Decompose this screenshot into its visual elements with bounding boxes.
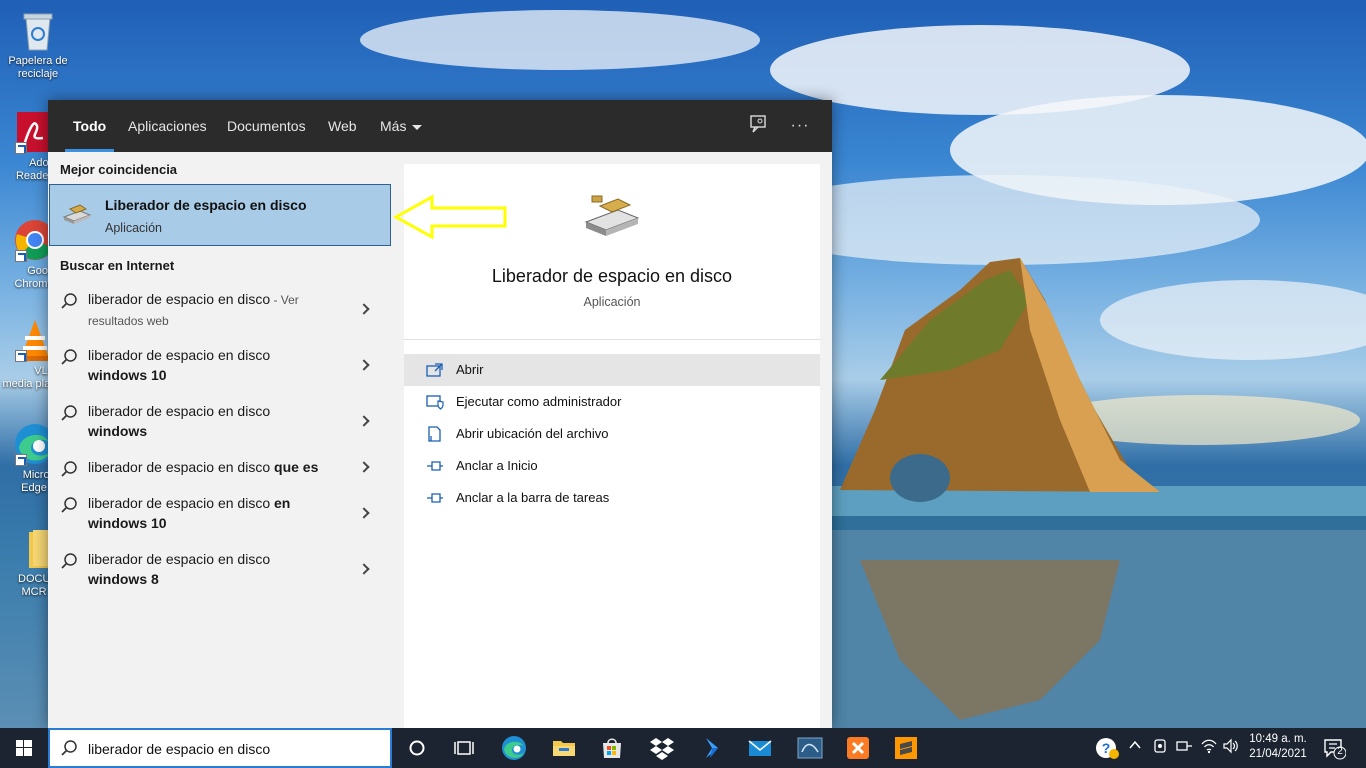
chevron-right-icon: [358, 563, 370, 575]
web-result-bold-text: windows 8: [88, 571, 159, 587]
web-result-text: liberador de espacio en disco: [88, 551, 271, 567]
cortana-icon[interactable]: [403, 734, 431, 762]
chevron-up-icon[interactable]: [1128, 738, 1142, 755]
notifications-icon[interactable]: 2: [1322, 736, 1347, 760]
web-result-row[interactable]: liberador de espacio en disco windows: [48, 401, 388, 449]
search-icon: [60, 496, 78, 514]
wifi-icon[interactable]: [1200, 738, 1218, 757]
desktop-icon-label: Papelera de reciclaje: [8, 55, 68, 80]
web-search-heading: Buscar en Internet: [60, 258, 175, 273]
search-icon: [60, 552, 78, 570]
notifications-count: 2: [1337, 746, 1343, 757]
search-icon: [60, 739, 78, 757]
search-icon: [60, 348, 78, 366]
more-options-icon[interactable]: ···: [788, 114, 812, 138]
pin-icon: [426, 490, 444, 506]
mail-icon[interactable]: [746, 734, 774, 762]
web-result-row[interactable]: liberador de espacio en disco en windows…: [48, 493, 388, 541]
best-match-heading: Mejor coincidencia: [60, 162, 178, 177]
help-icon[interactable]: ?: [1095, 736, 1119, 763]
preview-title: Liberador de espacio en disco: [491, 266, 733, 286]
web-result-text: liberador de espacio en disco: [88, 403, 271, 419]
web-result-row[interactable]: liberador de espacio en disco - Ver resu…: [48, 289, 388, 337]
xampp-icon[interactable]: [844, 734, 872, 762]
recycle-bin-icon: [17, 8, 59, 52]
taskbar: ? 10:49 a. m. 21/04/2021 2: [0, 728, 1366, 768]
tab-web[interactable]: Web: [328, 100, 357, 152]
network-adapter-icon[interactable]: [1175, 738, 1193, 757]
clock-date: 21/04/2021: [1249, 748, 1307, 760]
taskbar-search-box[interactable]: [48, 728, 392, 768]
web-result-text: liberador de espacio en disco: [88, 459, 275, 475]
callout-arrow-icon: [392, 194, 507, 240]
chevron-right-icon: [358, 507, 370, 519]
taskbar-clock[interactable]: 10:49 a. m. 21/04/2021: [1244, 732, 1312, 762]
sublime-text-icon[interactable]: [892, 734, 920, 762]
shortcut-arrow-icon: [15, 454, 27, 466]
search-icon: [60, 292, 78, 310]
search-icon: [60, 404, 78, 422]
tab-todo[interactable]: Todo: [64, 100, 115, 152]
action-pin-to-start[interactable]: Anclar a Inicio: [404, 450, 820, 482]
web-result-text: liberador de espacio en disco: [88, 291, 271, 307]
file-explorer-icon[interactable]: [550, 734, 578, 762]
chevron-right-icon: [358, 415, 370, 427]
dropbox-icon[interactable]: [648, 734, 676, 762]
search-icon: [60, 460, 78, 478]
best-match-subtitle: Aplicación: [105, 221, 162, 235]
action-open-file-location[interactable]: Abrir ubicación del archivo: [404, 418, 820, 450]
chevron-right-icon: [358, 461, 370, 473]
action-pin-to-taskbar[interactable]: Anclar a la barra de tareas: [404, 482, 820, 514]
web-result-row[interactable]: liberador de espacio en disco windows 8: [48, 549, 388, 597]
web-result-bold-text: que es: [274, 459, 319, 475]
best-match-title: Liberador de espacio en disco: [105, 197, 307, 213]
clock-time: 10:49 a. m.: [1249, 733, 1307, 745]
results-list: Mejor coincidencia Liberador de espacio …: [48, 152, 404, 728]
shortcut-arrow-icon: [15, 350, 27, 362]
tab-aplicaciones[interactable]: Aplicaciones: [128, 100, 207, 152]
search-tab-bar: Todo Aplicaciones Documentos Web Más ···: [48, 100, 832, 152]
task-view-icon[interactable]: [450, 734, 478, 762]
desktop-icon-recycle-bin[interactable]: Papelera de reciclaje: [0, 8, 76, 81]
feedback-icon[interactable]: [746, 114, 770, 138]
shortcut-arrow-icon: [15, 142, 27, 154]
preview-subtitle: Aplicación: [583, 295, 641, 309]
web-result-bold-text: windows 10: [88, 367, 167, 383]
disk-cleanup-icon: [582, 194, 642, 240]
visual-studio-icon[interactable]: [698, 734, 726, 762]
tab-documentos[interactable]: Documentos: [227, 100, 306, 152]
pin-icon: [426, 458, 444, 474]
web-result-text: liberador de espacio en disco: [88, 495, 275, 511]
web-result-bold-text: windows: [88, 423, 148, 439]
chevron-down-icon: [412, 124, 423, 130]
store-icon[interactable]: [598, 734, 626, 762]
web-result-row[interactable]: liberador de espacio en disco windows 10: [48, 345, 388, 393]
web-result-text: liberador de espacio en disco: [88, 347, 271, 363]
tab-mas[interactable]: Más: [380, 100, 423, 152]
windows-logo-icon: [16, 740, 32, 756]
chevron-right-icon: [358, 303, 370, 315]
start-button[interactable]: [0, 728, 48, 768]
search-input[interactable]: [88, 739, 378, 759]
file-location-icon: [426, 426, 444, 442]
preview-header: Liberador de espacio en disco Aplicación: [404, 164, 820, 340]
mysql-workbench-icon[interactable]: [796, 734, 824, 762]
web-result-row[interactable]: liberador de espacio en disco que es: [48, 457, 388, 485]
disk-cleanup-icon: [62, 203, 92, 225]
preview-pane: Liberador de espacio en disco Aplicación…: [404, 164, 820, 728]
action-open[interactable]: Abrir: [404, 354, 820, 386]
device-icon[interactable]: [1152, 738, 1168, 757]
chevron-right-icon: [358, 359, 370, 371]
svg-text:?: ?: [1102, 740, 1111, 756]
shield-icon: [426, 394, 444, 410]
action-run-as-admin[interactable]: Ejecutar como administrador: [404, 386, 820, 418]
shortcut-arrow-icon: [15, 250, 27, 262]
best-match-result[interactable]: Liberador de espacio en disco Aplicación: [49, 184, 391, 246]
edge-icon[interactable]: [500, 734, 528, 762]
open-icon: [426, 362, 444, 378]
volume-icon[interactable]: [1222, 738, 1240, 757]
